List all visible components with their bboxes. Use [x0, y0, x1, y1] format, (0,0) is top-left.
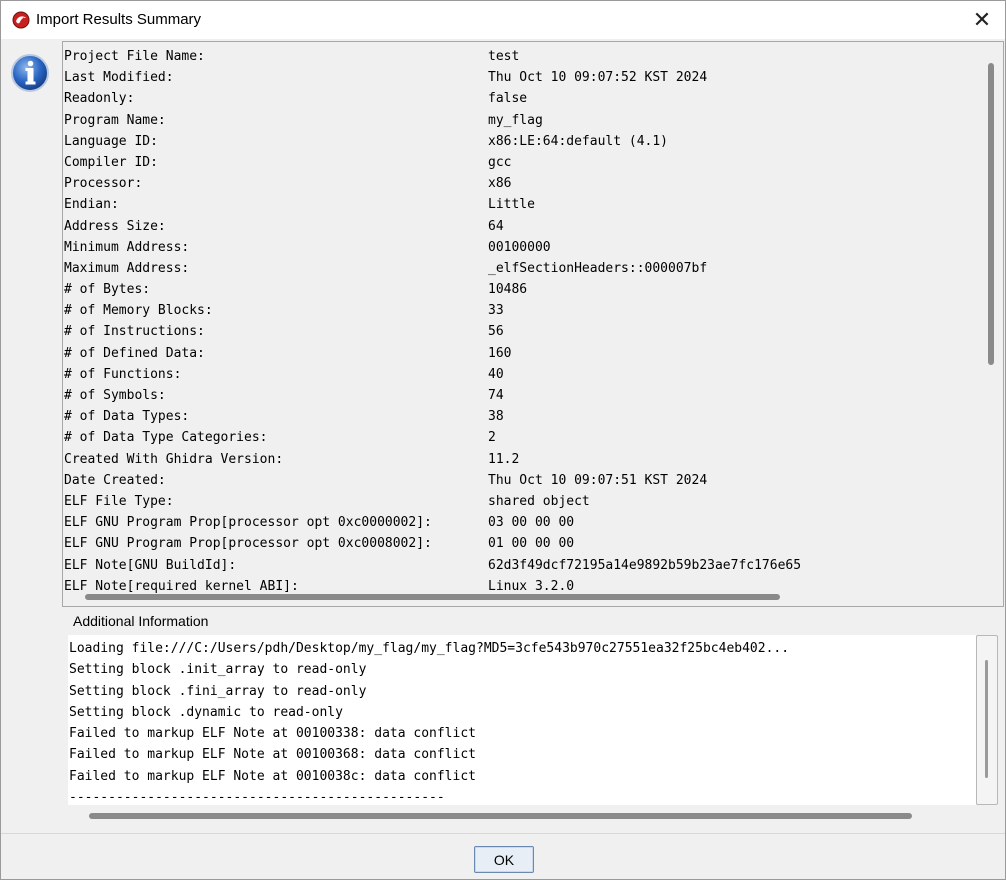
summary-key: ELF File Type:	[64, 493, 174, 509]
summary-key: Compiler ID:	[64, 154, 158, 170]
log-lines: Loading file:///C:/Users/pdh/Desktop/my_…	[69, 638, 789, 805]
log-line: Setting block .dynamic to read-only	[69, 704, 343, 720]
summary-value: 33	[488, 303, 504, 319]
additional-info-textarea[interactable]: Loading file:///C:/Users/pdh/Desktop/my_…	[68, 635, 976, 805]
summary-key: Created With Ghidra Version:	[64, 451, 284, 467]
divider	[1, 833, 1005, 834]
log-line: Failed to markup ELF Note at 00100368: d…	[69, 747, 476, 763]
close-button[interactable]: ✕	[959, 1, 1005, 39]
import-results-dialog: Import Results Summary ✕ Project File Na…	[0, 0, 1006, 880]
summary-value: Thu Oct 10 09:07:52 KST 2024	[488, 70, 708, 86]
log-vertical-scrollbar[interactable]	[976, 635, 998, 805]
summary-value: 03 00 00 00	[488, 515, 575, 531]
summary-value: 74	[488, 388, 504, 403]
window-title: Import Results Summary	[36, 11, 202, 28]
summary-key: # of Data Types:	[64, 409, 190, 425]
summary-value: 10486	[488, 282, 528, 298]
summary-key: ELF GNU Program Prop[processor opt 0xc00…	[64, 536, 432, 552]
log-line: Setting block .init_array to read-only	[69, 662, 367, 678]
summary-key: Address Size:	[64, 218, 166, 234]
summary-value: 01 00 00 00	[488, 536, 575, 552]
summary-key: Program Name:	[64, 112, 166, 128]
summary-value: 2	[488, 430, 496, 446]
log-line: Setting block .fini_array to read-only	[69, 683, 367, 699]
summary-key: Date Created:	[64, 472, 166, 488]
summary-key: Endian:	[64, 197, 119, 213]
summary-value: my_flag	[488, 112, 543, 128]
summary-key: Readonly:	[64, 91, 135, 107]
info-icon	[11, 54, 49, 92]
summary-key: # of Defined Data:	[64, 345, 205, 361]
summary-value: 00100000	[488, 239, 551, 255]
summary-value: x86	[488, 176, 512, 192]
summary-key: Language ID:	[64, 133, 158, 149]
summary-key: Processor:	[64, 176, 143, 192]
log-line: Failed to markup ELF Note at 0010038c: d…	[69, 768, 476, 784]
summary-value: 62d3f49dcf72195a14e9892b59b23ae7fc176e65	[488, 557, 802, 573]
summary-key: # of Bytes:	[64, 282, 151, 298]
summary-key: Project File Name:	[64, 49, 205, 64]
summary-value: 40	[488, 366, 504, 382]
summary-value: Little	[488, 197, 535, 213]
title-bar: Import Results Summary ✕	[1, 1, 1005, 39]
log-horizontal-scrollbar[interactable]	[89, 813, 912, 819]
summary-key: Minimum Address:	[64, 239, 190, 255]
ok-button[interactable]: OK	[474, 846, 534, 873]
summary-value: 56	[488, 324, 504, 340]
summary-value: _elfSectionHeaders::000007bf	[488, 260, 708, 276]
summary-horizontal-scrollbar[interactable]	[85, 594, 780, 600]
summary-value: gcc	[488, 154, 512, 170]
summary-key: # of Functions:	[64, 366, 182, 382]
summary-value: false	[488, 91, 528, 107]
log-line: Loading file:///C:/Users/pdh/Desktop/my_…	[69, 641, 790, 656]
additional-info-label: Additional Information	[73, 613, 209, 629]
summary-value: shared object	[488, 493, 590, 509]
summary-key: ELF Note[GNU BuildId]:	[64, 557, 237, 573]
summary-panel: Project File Name: test Last Modified: Thu …	[62, 41, 1004, 607]
log-line: ----------------------------------------…	[69, 790, 445, 805]
log-scroll-thumb[interactable]	[985, 660, 988, 778]
summary-key: Last Modified:	[64, 70, 174, 86]
summary-key: # of Instructions:	[64, 324, 205, 340]
summary-value: 11.2	[488, 451, 520, 467]
summary-value: Thu Oct 10 09:07:51 KST 2024	[488, 472, 708, 488]
summary-key: # of Data Type Categories:	[64, 430, 268, 446]
summary-key: # of Memory Blocks:	[64, 303, 213, 319]
summary-value: 64	[488, 218, 504, 234]
summary-vertical-scrollbar[interactable]	[988, 63, 994, 365]
log-line: Failed to markup ELF Note at 00100338: d…	[69, 726, 476, 742]
summary-value: 38	[488, 409, 504, 425]
summary-value: x86:LE:64:default (4.1)	[488, 133, 669, 149]
summary-value: 160	[488, 345, 512, 361]
summary-key: ELF GNU Program Prop[processor opt 0xc00…	[64, 515, 432, 531]
close-icon: ✕	[972, 7, 992, 32]
summary-key: Maximum Address:	[64, 260, 190, 276]
summary-value: test	[488, 49, 520, 64]
ghidra-dragon-icon	[12, 11, 30, 29]
summary-key: # of Symbols:	[64, 388, 166, 403]
